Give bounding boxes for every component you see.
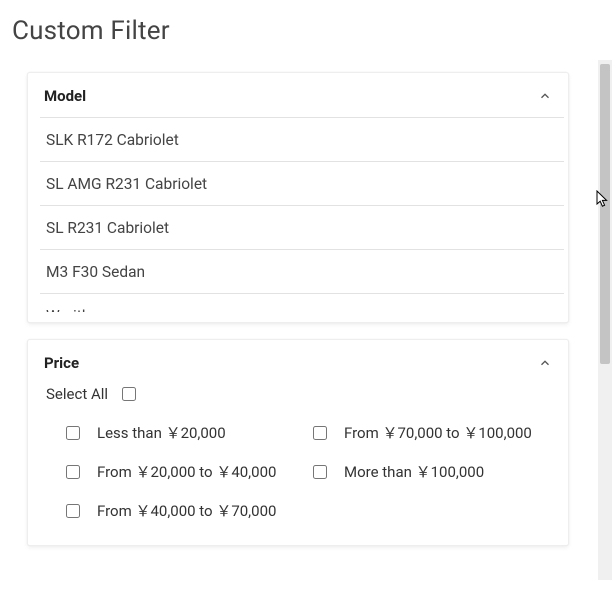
- price-option-label: From ￥20,000 to ￥40,000: [97, 461, 276, 482]
- model-header[interactable]: Model: [28, 73, 568, 117]
- price-section: Price Select All Less than ￥20,000 From …: [27, 339, 569, 546]
- page-title: Custom Filter: [0, 0, 612, 54]
- list-item[interactable]: Wraith: [40, 294, 564, 312]
- price-option-checkbox[interactable]: [66, 504, 80, 518]
- list-item[interactable]: SL R231 Cabriolet: [40, 206, 564, 250]
- price-option-checkbox[interactable]: [66, 426, 80, 440]
- model-header-label: Model: [44, 87, 86, 105]
- select-all-label: Select All: [46, 385, 108, 403]
- model-section: Model SLK R172 Cabriolet SL AMG R231 Cab…: [27, 72, 569, 323]
- list-item[interactable]: M3 F30 Sedan: [40, 250, 564, 294]
- price-option-label: More than ￥100,000: [344, 461, 484, 482]
- price-option-label: From ￥40,000 to ￥70,000: [97, 500, 276, 521]
- price-option[interactable]: Less than ￥20,000: [62, 422, 305, 443]
- chevron-up-icon: [538, 356, 552, 370]
- price-option-checkbox[interactable]: [313, 426, 327, 440]
- select-all-checkbox[interactable]: [122, 387, 136, 401]
- filter-panel-scroll[interactable]: Model SLK R172 Cabriolet SL AMG R231 Cab…: [17, 60, 579, 580]
- select-all-row: Select All: [28, 384, 568, 410]
- window-scrollbar[interactable]: [598, 60, 612, 580]
- price-header[interactable]: Price: [28, 340, 568, 384]
- price-header-label: Price: [44, 354, 79, 372]
- chevron-up-icon: [538, 89, 552, 103]
- price-option[interactable]: More than ￥100,000: [309, 461, 552, 482]
- price-option[interactable]: From ￥20,000 to ￥40,000: [62, 461, 305, 482]
- scrollbar-thumb[interactable]: [600, 64, 610, 364]
- price-option-checkbox[interactable]: [66, 465, 80, 479]
- list-item[interactable]: SL AMG R231 Cabriolet: [40, 162, 564, 206]
- price-options: Less than ￥20,000 From ￥70,000 to ￥100,0…: [28, 410, 568, 545]
- price-option[interactable]: From ￥40,000 to ￥70,000: [62, 500, 305, 521]
- price-option-label: From ￥70,000 to ￥100,000: [344, 422, 532, 443]
- price-option-checkbox[interactable]: [313, 465, 327, 479]
- price-option-label: Less than ￥20,000: [97, 422, 226, 443]
- price-option[interactable]: From ￥70,000 to ￥100,000: [309, 422, 552, 443]
- model-list-scroll[interactable]: SLK R172 Cabriolet SL AMG R231 Cabriolet…: [40, 117, 564, 312]
- list-item[interactable]: SLK R172 Cabriolet: [40, 117, 564, 162]
